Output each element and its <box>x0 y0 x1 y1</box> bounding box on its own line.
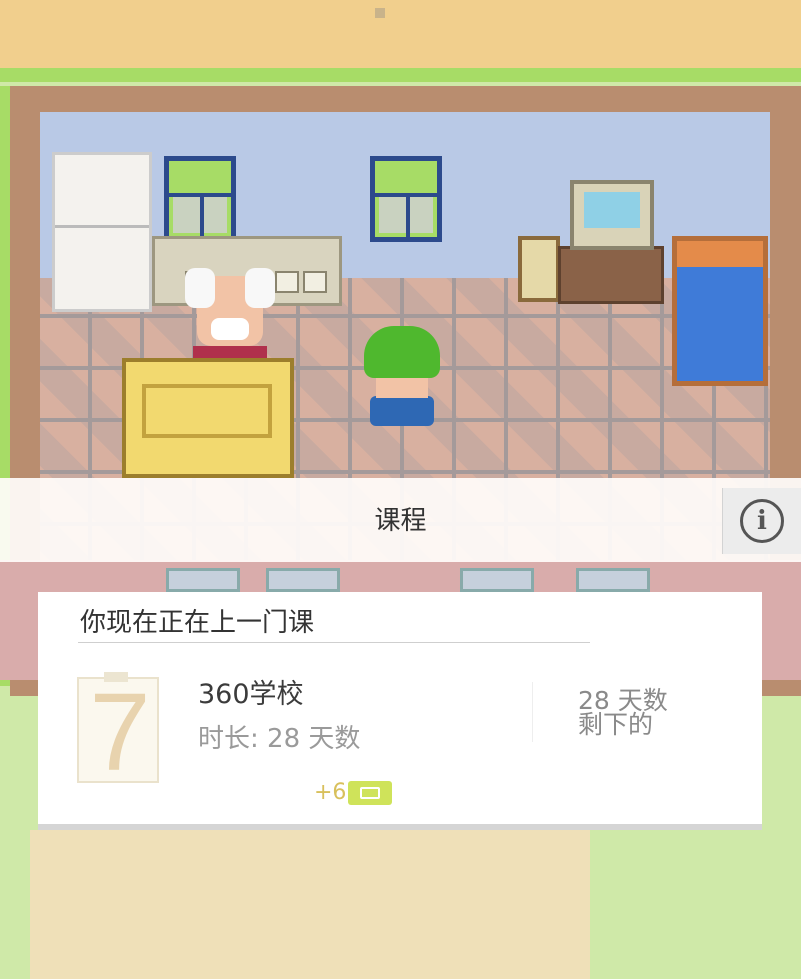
divider <box>532 682 533 742</box>
bed <box>672 236 768 386</box>
course-duration: 时长: 28 天数 <box>198 724 361 754</box>
ground-pebble <box>375 8 385 18</box>
sand-ground <box>0 0 801 78</box>
current-course-card[interactable]: 你现在正在上一门课 7 360学校 时长: 28 天数 +6 28 天数 剩下的 <box>38 592 762 824</box>
computer-table <box>558 246 664 304</box>
grass-patch <box>590 830 801 979</box>
lower-window <box>460 568 534 592</box>
energy-badge-icon <box>348 780 393 805</box>
reward-amount: +6 <box>314 780 347 805</box>
reward: +6 <box>314 780 393 805</box>
remaining-label: 剩下的 <box>578 710 654 739</box>
course-header: 课程 i <box>0 478 801 562</box>
grass-strip <box>0 68 801 82</box>
lower-window <box>576 568 650 592</box>
info-button[interactable]: i <box>722 488 801 554</box>
course-name: 360学校 <box>198 679 304 710</box>
calendar-day-7-icon: 7 <box>77 671 159 788</box>
card-heading: 你现在正在上一门课 <box>80 608 315 638</box>
info-icon: i <box>740 499 784 543</box>
lower-window <box>166 568 240 592</box>
divider <box>78 642 590 643</box>
dirt-path <box>30 830 590 979</box>
player-character <box>362 326 442 436</box>
fridge <box>52 152 152 312</box>
calendar-day-number: 7 <box>89 671 150 788</box>
teacher-desk <box>122 358 294 478</box>
house-window <box>164 156 236 242</box>
teacher-character <box>185 268 275 368</box>
lower-window <box>266 568 340 592</box>
page-title: 课程 <box>374 506 427 536</box>
computer-monitor <box>570 180 654 250</box>
house-window <box>370 156 442 242</box>
computer-tower <box>518 236 560 302</box>
